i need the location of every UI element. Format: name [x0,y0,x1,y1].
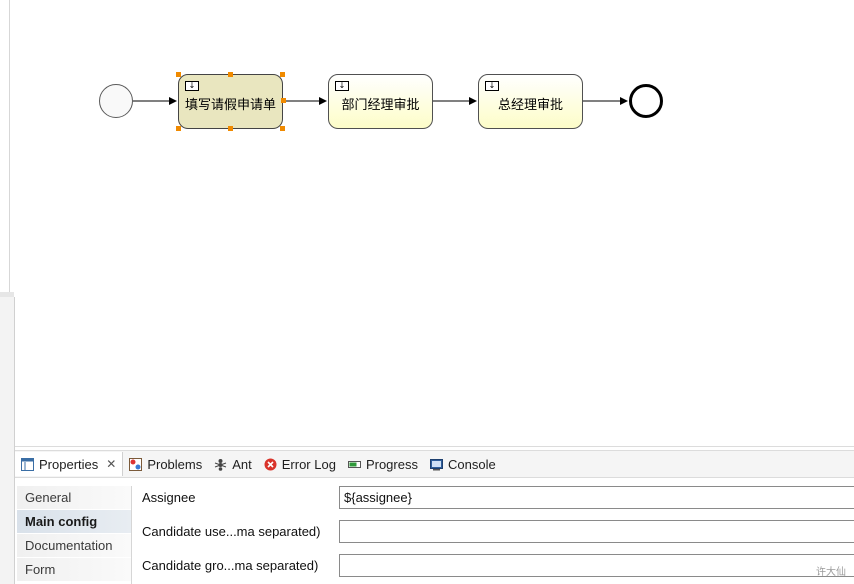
section-main-config[interactable]: Main config [17,510,131,533]
task-label: 填写请假申请单 [184,97,276,113]
end-event[interactable] [629,84,663,118]
selection-handle[interactable] [176,126,181,131]
user-task-icon: ↓ [185,81,199,91]
properties-icon [21,457,34,471]
tab-error-log[interactable]: Error Log [258,452,342,476]
tab-label: Error Log [281,456,336,472]
tab-console[interactable]: Console [424,452,502,476]
tab-label: Progress [365,456,418,472]
section-general[interactable]: General [17,486,131,509]
view-tab-bar: Properties ✕ Problems Ant Error Log Prog… [15,450,854,478]
section-form[interactable]: Form [17,558,131,581]
editor-gutter [0,0,10,292]
tab-label: Console [447,456,496,472]
user-task-general-manager-approval[interactable]: ↓ 总经理审批 [478,74,583,129]
error-log-icon [264,458,277,470]
selection-handle[interactable] [228,72,233,77]
ant-icon [215,458,227,471]
close-icon[interactable]: ✕ [106,457,116,471]
selection-handle[interactable] [176,72,181,77]
candidate-groups-field[interactable] [339,554,854,577]
user-task-dept-manager-approval[interactable]: ↓ 部门经理审批 [328,74,433,129]
selection-handle[interactable] [280,72,285,77]
tab-label: Properties [39,456,99,472]
problems-icon [129,457,143,471]
tab-label: Ant [232,456,252,472]
selection-handle[interactable] [228,126,233,131]
main-config-form: Assignee Candidate use...ma separated) C… [131,486,854,584]
console-icon [429,458,443,470]
start-event[interactable] [99,84,133,118]
left-panel [0,297,15,584]
progress-icon [347,460,361,468]
tab-ant[interactable]: Ant [208,452,258,476]
properties-sections: General Main config Documentation Form [17,486,131,582]
selection-handle[interactable] [280,126,285,131]
assignee-field[interactable] [339,486,854,509]
tab-progress[interactable]: Progress [342,452,424,476]
user-task-fill-leave-form[interactable]: ↓ 填写请假申请单 [178,74,283,129]
tab-label: Problems [147,456,203,472]
watermark: 许大仙 [816,567,846,578]
user-task-icon: ↓ [335,81,349,91]
section-documentation[interactable]: Documentation [17,534,131,557]
candidate-users-label: Candidate use...ma separated) [142,524,321,539]
tab-properties[interactable]: Properties ✕ [15,452,124,476]
selection-handle[interactable] [281,98,286,103]
assignee-label: Assignee [142,490,196,505]
candidate-users-row: Candidate use...ma separated) [132,520,854,544]
candidate-groups-label: Candidate gro...ma separated) [142,558,319,573]
assignee-row: Assignee [132,486,854,510]
task-label: 部门经理审批 [341,97,420,113]
properties-view: Properties ✕ Problems Ant Error Log Prog… [15,450,854,584]
bpmn-canvas[interactable]: ↓ 填写请假申请单 ↓ 部门经理审批 ↓ 总经理审批 [15,0,854,447]
sequence-flows [133,97,628,105]
user-task-icon: ↓ [485,81,499,91]
candidate-groups-row: Candidate gro...ma separated) [132,554,854,578]
task-label: 总经理审批 [497,97,563,113]
tab-problems[interactable]: Problems [123,452,208,476]
candidate-users-field[interactable] [339,520,854,543]
